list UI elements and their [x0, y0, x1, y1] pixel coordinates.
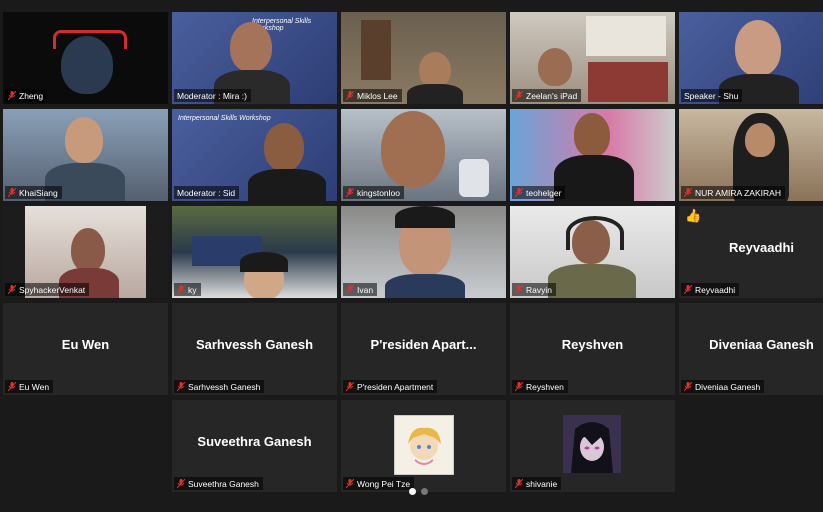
avatar-tile-shivanie[interactable]: shivanie: [510, 400, 675, 492]
video-tile-shu[interactable]: Speaker - Shu: [679, 12, 823, 104]
name-label: Moderator : Sid: [174, 186, 240, 199]
page-dot-active[interactable]: [409, 488, 416, 495]
participant-display-name: Diveniaa Ganesh: [709, 337, 814, 352]
name-label: kingstonloo: [343, 186, 405, 199]
name-label: Diveniaa Ganesh: [681, 380, 765, 393]
name-label: shivanie: [512, 477, 562, 490]
video-tile-ky[interactable]: ky: [172, 206, 337, 298]
mic-muted-icon: [515, 285, 523, 294]
video-tile-khaisiang[interactable]: KhaiSiang: [3, 109, 168, 201]
mic-muted-icon: [177, 285, 185, 294]
participant-display-name: P'residen Apart...: [370, 337, 477, 352]
mic-muted-icon: [684, 188, 692, 197]
name-label: Ravyin: [512, 283, 556, 296]
name-label: NUR AMIRA ZAKIRAH: [681, 186, 785, 199]
mic-muted-icon: [8, 382, 16, 391]
mic-muted-icon: [8, 285, 16, 294]
video-tile-teohelger[interactable]: teohelger: [510, 109, 675, 201]
video-tile-kingstonloo[interactable]: kingstonloo: [341, 109, 506, 201]
video-tile-mira[interactable]: Interpersonal Skills Workshop Moderator …: [172, 12, 337, 104]
mic-muted-icon: [346, 188, 354, 197]
mic-muted-icon: [346, 91, 354, 100]
name-label: teohelger: [512, 186, 566, 199]
avatar: [563, 415, 621, 473]
avatar: [394, 415, 454, 475]
mic-muted-icon: [684, 285, 692, 294]
participant-display-name: Reyvaadhi: [728, 240, 795, 255]
name-label: Speaker - Shu: [681, 89, 743, 102]
name-tile-diveniaa[interactable]: Diveniaa Ganesh Diveniaa Ganesh: [679, 303, 823, 395]
video-tile-zheng[interactable]: Zheng: [3, 12, 168, 104]
name-tile-presiden-apartment[interactable]: P'residen Apart... P'residen Apartment: [341, 303, 506, 395]
video-tile-sid[interactable]: Interpersonal Skills Workshop Moderator …: [172, 109, 337, 201]
participant-display-name: Suveethra Ganesh: [197, 434, 312, 449]
workshop-banner: Interpersonal Skills Workshop: [178, 115, 271, 122]
video-tile-spyhackervenkat[interactable]: SpyhackerVenkat: [3, 206, 168, 298]
mic-muted-icon: [177, 382, 185, 391]
mic-muted-icon: [346, 479, 354, 488]
mic-muted-icon: [8, 188, 16, 197]
name-tile-suveethra[interactable]: Suveethra Ganesh Suveethra Ganesh: [172, 400, 337, 492]
name-label: Sarhvessh Ganesh: [174, 380, 265, 393]
video-tile-zeelan[interactable]: Zeelan's iPad: [510, 12, 675, 104]
page-dot[interactable]: [421, 488, 428, 495]
name-tile-reyshven[interactable]: Reyshven Reyshven: [510, 303, 675, 395]
mic-muted-icon: [8, 91, 16, 100]
thumbs-up-reaction-icon: 👍: [685, 208, 702, 223]
name-label: Zeelan's iPad: [512, 89, 582, 102]
name-label: Miklos Lee: [343, 89, 402, 102]
name-label: KhaiSiang: [5, 186, 62, 199]
name-label: Moderator : Mira :): [174, 89, 251, 102]
participant-display-name: Eu Wen: [61, 337, 110, 352]
mic-muted-icon: [515, 382, 523, 391]
name-tile-eu-wen[interactable]: Eu Wen Eu Wen: [3, 303, 168, 395]
name-label: Reyvaadhi: [681, 283, 740, 296]
video-tile-ivan[interactable]: Ivan: [341, 206, 506, 298]
participant-display-name: Sarhvessh Ganesh: [195, 337, 314, 352]
mic-muted-icon: [515, 479, 523, 488]
participant-display-name: Reyshven: [561, 337, 624, 352]
page-indicator[interactable]: [409, 488, 428, 495]
name-tile-sarhvessh[interactable]: Sarhvessh Ganesh Sarhvessh Ganesh: [172, 303, 337, 395]
name-label: Reyshven: [512, 380, 568, 393]
avatar-tile-wong-pei-tze[interactable]: Wong Pei Tze: [341, 400, 506, 492]
mic-muted-icon: [177, 479, 185, 488]
mic-muted-icon: [684, 382, 692, 391]
mic-muted-icon: [515, 188, 523, 197]
name-tile-reyvaadhi[interactable]: 👍 Reyvaadhi Reyvaadhi ›: [679, 206, 823, 298]
name-label: Zheng: [5, 89, 48, 102]
name-label: P'residen Apartment: [343, 380, 438, 393]
name-label: Eu Wen: [5, 380, 54, 393]
name-label: Wong Pei Tze: [343, 477, 415, 490]
video-tile-ravyin[interactable]: Ravyin: [510, 206, 675, 298]
name-label: Ivan: [343, 283, 378, 296]
name-label: SpyhackerVenkat: [5, 283, 90, 296]
mic-muted-icon: [346, 382, 354, 391]
mic-muted-icon: [515, 91, 523, 100]
name-label: ky: [174, 283, 201, 296]
video-tile-miklos-lee[interactable]: Miklos Lee: [341, 12, 506, 104]
name-label: Suveethra Ganesh: [174, 477, 263, 490]
mic-muted-icon: [346, 285, 354, 294]
video-tile-nur-amira[interactable]: NUR AMIRA ZAKIRAH: [679, 109, 823, 201]
